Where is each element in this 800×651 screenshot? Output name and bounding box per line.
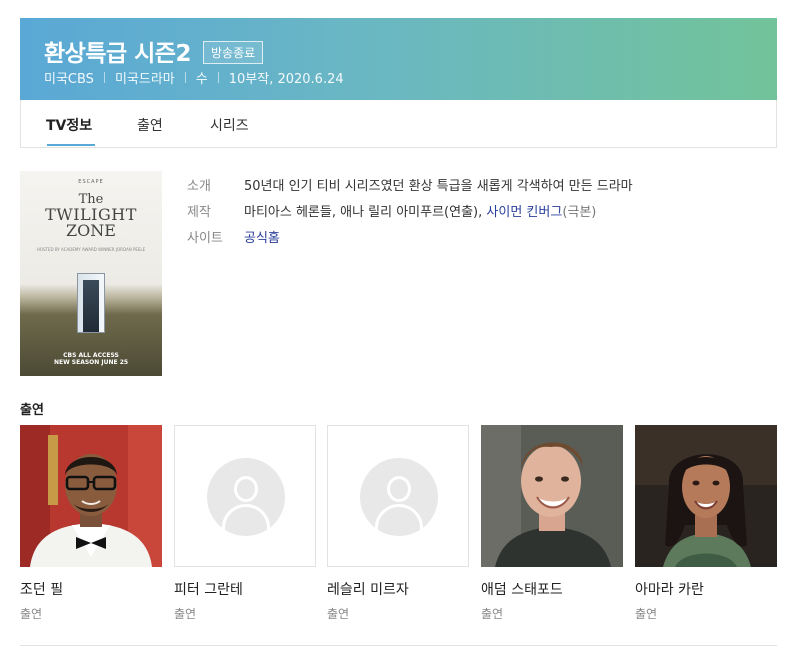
cast-name[interactable]: 레슬리 미르자 (327, 579, 469, 599)
show-info: 소개 50년대 인기 티비 시리즈였던 환상 특급을 새롭게 각색하여 만든 드… (187, 171, 633, 249)
poster-host-text: HOSTED BY ACADEMY AWARD WINNER JORDAN PE… (36, 247, 146, 252)
cast-card[interactable]: 피터 그란테 출연 (174, 425, 316, 622)
page-title[interactable]: 환상특급 시즌2 (44, 34, 191, 68)
meta-day: 수 (195, 72, 208, 87)
cast-name[interactable]: 애덤 스태포드 (481, 579, 623, 599)
cast-photo[interactable] (635, 425, 777, 567)
section-divider (20, 645, 777, 646)
cast-card[interactable]: 애덤 스태포드 출연 (481, 425, 623, 622)
person-icon-head (387, 476, 411, 502)
meta-divider (103, 72, 105, 83)
tab-series[interactable]: 시리즈 (210, 115, 249, 135)
cast-role: 출연 (20, 607, 43, 621)
production-credits: 마티아스 헤론들, 애나 릴리 아미푸르(연출), (244, 204, 483, 220)
poster-door-graphic (77, 273, 105, 333)
poster-title: The TWILIGHT ZONE (20, 193, 162, 240)
info-row-site: 사이트 공식홈 (187, 223, 633, 249)
writer-link[interactable]: 사이먼 킨버그 (486, 205, 562, 220)
status-badge: 방송종료 (202, 40, 264, 64)
person-icon (360, 458, 438, 536)
cast-photo[interactable] (20, 425, 162, 567)
person-icon-head (234, 476, 258, 502)
info-value: 50년대 인기 티비 시리즈였던 환상 특급을 새롭게 각색하여 만든 드라마 (244, 178, 633, 194)
tab-bar: TV정보 출연 시리즈 (20, 100, 777, 148)
cast-photo-image (635, 425, 777, 567)
poster-network: CBS ALL ACCESS (63, 352, 119, 359)
poster-top-text: ESCAPE (78, 179, 104, 185)
cast-card[interactable]: 아마라 카란 출연 (635, 425, 777, 622)
title-header: 환상특급 시즌2 방송종료 미국CBS 미국드라마 수 10부작, 2020.6… (20, 18, 777, 100)
broadcast-meta: 미국CBS 미국드라마 수 10부작, 2020.6.24 (44, 68, 344, 87)
cast-card[interactable]: 레슬리 미르자 출연 (327, 425, 469, 622)
cast-name[interactable]: 피터 그란테 (174, 579, 316, 599)
writer-role: (극본) (562, 204, 597, 220)
title-row: 환상특급 시즌2 방송종료 (44, 34, 264, 68)
cast-card[interactable]: 조던 필 출연 (20, 425, 162, 622)
active-tab-indicator (47, 144, 95, 146)
info-label: 제작 (187, 204, 211, 220)
poster-season: NEW SEASON JUNE 25 (53, 359, 129, 367)
meta-divider (184, 72, 186, 83)
cast-role: 출연 (635, 607, 658, 621)
poster-image[interactable]: ESCAPE The TWILIGHT ZONE HOSTED BY ACADE… (20, 171, 162, 376)
meta-episodes-date: 10부작, 2020.6.24 (228, 72, 344, 87)
info-label: 소개 (187, 178, 211, 194)
cast-role: 출연 (174, 607, 197, 621)
cast-photo[interactable] (481, 425, 623, 567)
person-icon (207, 458, 285, 536)
meta-network[interactable]: 미국CBS (44, 68, 94, 87)
cast-photo-placeholder[interactable] (327, 425, 469, 567)
cast-name[interactable]: 조던 필 (20, 579, 162, 599)
info-label: 사이트 (187, 230, 223, 246)
cast-section-title: 출연 (20, 403, 44, 418)
poster-title-line: ZONE (66, 221, 116, 241)
info-value: 마티아스 헤론들, 애나 릴리 아미푸르(연출), 사이먼 킨버그(극본) (244, 201, 596, 220)
cast-role: 출연 (481, 607, 504, 621)
tab-cast[interactable]: 출연 (137, 115, 163, 135)
person-icon-body (375, 504, 423, 536)
tab-tv-info[interactable]: TV정보 (46, 115, 92, 135)
meta-genre: 미국드라마 (114, 72, 175, 87)
cast-photo-placeholder[interactable] (174, 425, 316, 567)
cast-name[interactable]: 아마라 카란 (635, 579, 777, 599)
cast-photo-image (481, 425, 623, 567)
poster-network-text: CBS ALL ACCESS NEW SEASON JUNE 25 (20, 352, 162, 366)
official-site-link[interactable]: 공식홈 (244, 231, 280, 246)
poster-door-inner (83, 280, 99, 332)
cast-role: 출연 (327, 607, 350, 621)
person-icon-body (222, 504, 270, 536)
meta-divider (217, 72, 219, 83)
info-row-production: 제작 마티아스 헤론들, 애나 릴리 아미푸르(연출), 사이먼 킨버그(극본) (187, 197, 633, 223)
cast-photo-image (20, 425, 162, 567)
info-row-intro: 소개 50년대 인기 티비 시리즈였던 환상 특급을 새롭게 각색하여 만든 드… (187, 171, 633, 197)
